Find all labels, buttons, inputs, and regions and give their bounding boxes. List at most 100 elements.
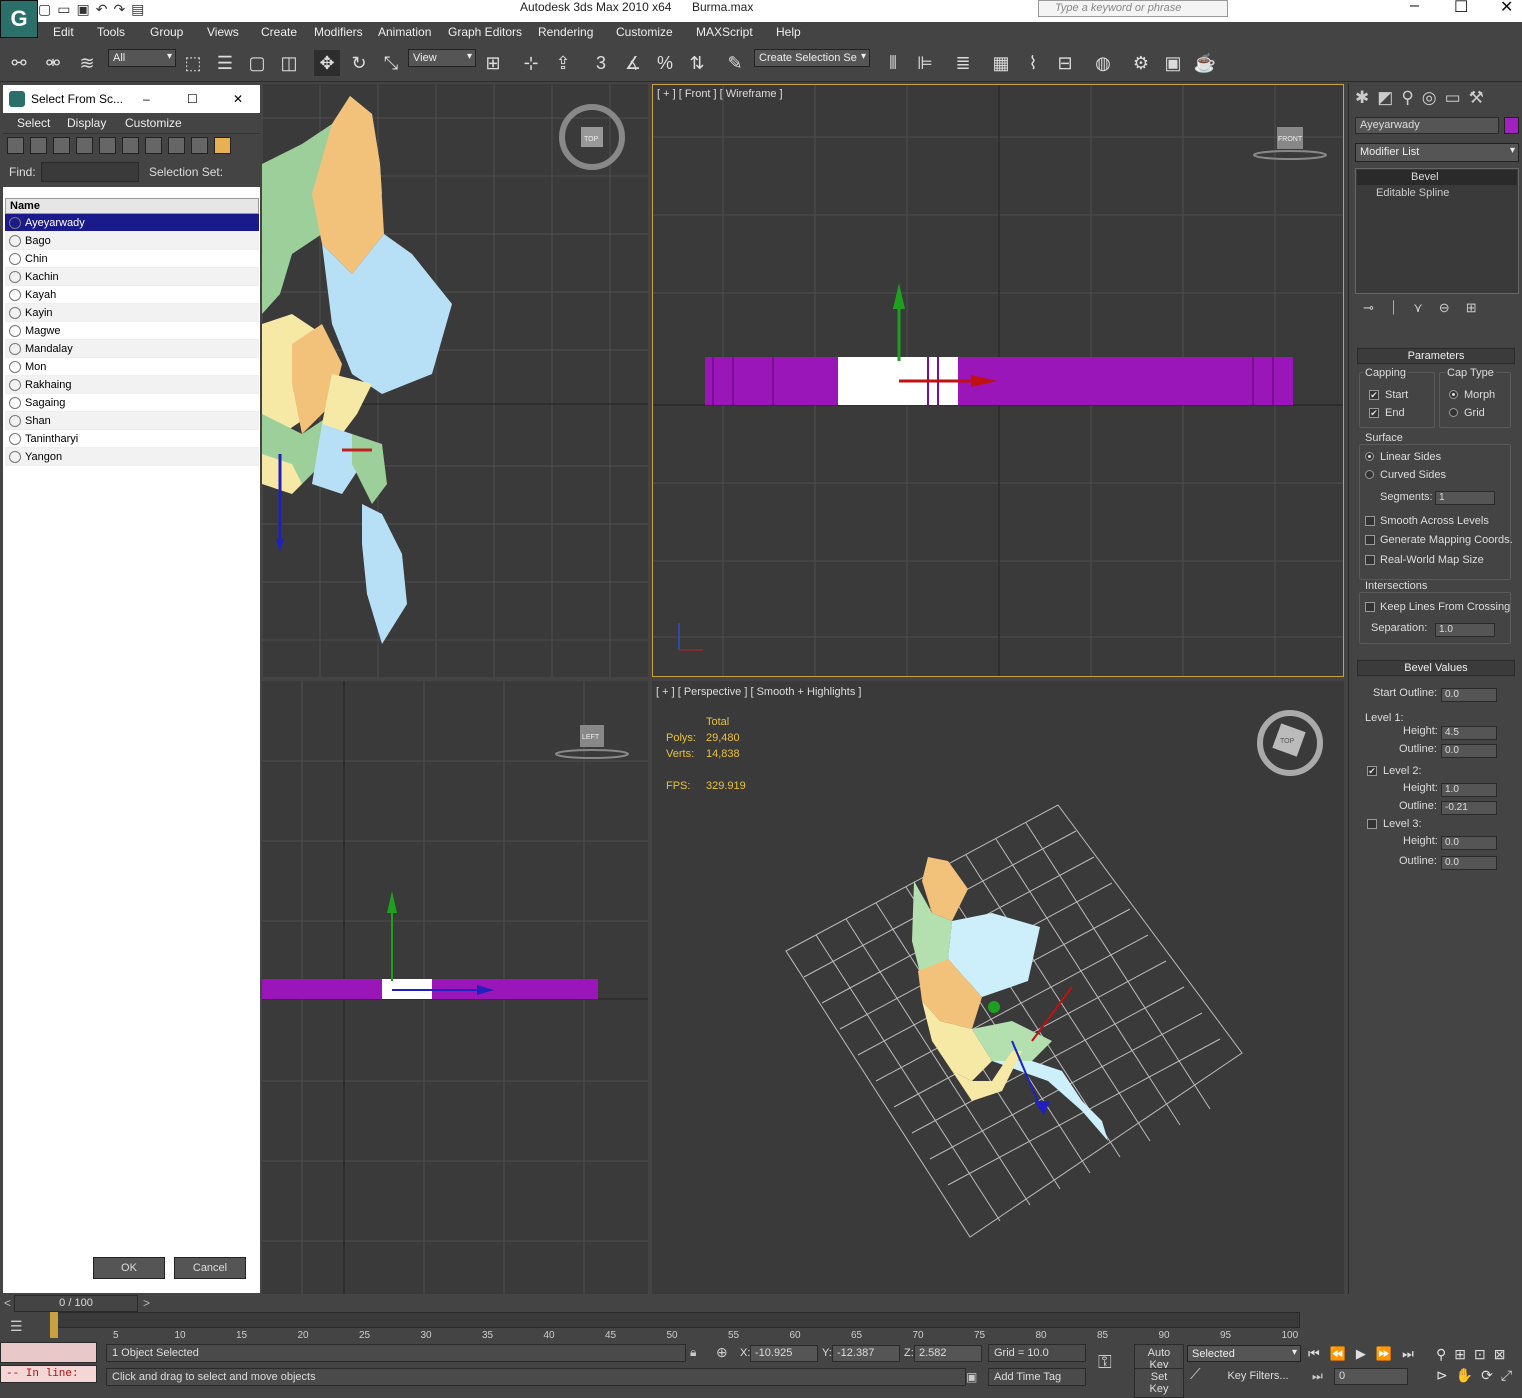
menu-modifiers[interactable]: Modifiers <box>314 25 363 39</box>
motion-tab-icon[interactable]: ◎ <box>1422 88 1437 108</box>
cap-end-checkbox[interactable]: ✔ <box>1369 408 1379 418</box>
next-frame-icon[interactable]: ⏩ <box>1376 1346 1392 1362</box>
viewport-front[interactable]: [ + ] [ Front ] [ Wireframe ] FRONT <box>652 84 1344 677</box>
time-slider[interactable]: 0 / 100 <box>14 1295 138 1312</box>
goto-start-icon[interactable]: ⏮ <box>1308 1346 1320 1362</box>
object-list-item[interactable]: Sagaing <box>5 394 259 412</box>
key-mode-toggle-icon[interactable]: ⏭ <box>1312 1369 1323 1384</box>
previous-frame-icon[interactable]: ⏪ <box>1330 1346 1346 1362</box>
minimize-icon[interactable]: – <box>1410 0 1419 15</box>
object-list-item[interactable]: Yangon <box>5 448 259 466</box>
display-folder-icon[interactable] <box>214 137 231 154</box>
play-icon[interactable]: ▶ <box>1356 1346 1366 1362</box>
zoom-extents-icon[interactable]: ⊡ <box>1474 1346 1486 1363</box>
rendered-frame-icon[interactable]: ▣ <box>1160 50 1186 76</box>
level1-height-spinner[interactable]: 4.5 <box>1441 726 1497 740</box>
separation-spinner[interactable]: 1.0 <box>1435 623 1495 637</box>
select-by-name-icon[interactable]: ☰ <box>212 50 238 76</box>
modifier-list-dropdown[interactable]: Modifier List <box>1355 143 1519 162</box>
level2-outline-spinner[interactable]: -0.21 <box>1441 801 1497 815</box>
zoom-all-icon[interactable]: ⊞ <box>1454 1346 1466 1363</box>
display-groups-icon[interactable] <box>145 137 162 154</box>
search-input[interactable]: Type a keyword or phrase <box>1038 0 1228 17</box>
unlink-icon[interactable]: ⚮ <box>40 50 66 76</box>
material-editor-icon[interactable]: ◍ <box>1090 50 1116 76</box>
object-name-field[interactable]: Ayeyarwady <box>1355 117 1499 134</box>
display-helpers-icon[interactable] <box>99 137 116 154</box>
select-rotate-icon[interactable]: ↻ <box>346 50 372 76</box>
absolute-mode-icon[interactable]: ⊕ <box>716 1344 728 1361</box>
coord-z-field[interactable]: 2.582 <box>914 1345 982 1362</box>
menu-maxscript[interactable]: MAXScript <box>696 25 753 39</box>
current-frame-field[interactable]: 0 <box>1334 1368 1408 1385</box>
time-prev-icon[interactable]: < <box>4 1296 11 1310</box>
field-of-view-icon[interactable]: ⊳ <box>1436 1367 1448 1384</box>
keyboard-shortcut-icon[interactable]: ⇪ <box>550 50 576 76</box>
set-keys-icon[interactable]: ⚿ <box>1098 1352 1112 1373</box>
level2-height-spinner[interactable]: 1.0 <box>1441 783 1497 797</box>
angle-snap-icon[interactable]: ∡ <box>620 50 646 76</box>
graphite-ribbon-icon[interactable]: ▦ <box>988 50 1014 76</box>
configure-sets-icon[interactable]: ⊞ <box>1466 300 1477 316</box>
display-spacewarps-icon[interactable] <box>122 137 139 154</box>
cancel-button[interactable]: Cancel <box>174 1257 246 1279</box>
level1-outline-spinner[interactable]: 0.0 <box>1441 744 1497 758</box>
reference-coord-dropdown[interactable]: View <box>408 49 476 67</box>
schematic-view-icon[interactable]: ⊟ <box>1052 50 1078 76</box>
window-crossing-icon[interactable]: ◫ <box>276 50 302 76</box>
menu-tools[interactable]: Tools <box>97 25 125 39</box>
level2-checkbox[interactable]: ✔ <box>1367 766 1377 776</box>
add-time-tag-button[interactable]: Add Time Tag <box>988 1368 1086 1386</box>
menu-views[interactable]: Views <box>207 25 239 39</box>
linear-sides-radio[interactable] <box>1365 452 1374 461</box>
zoom-extents-all-icon[interactable]: ⊠ <box>1494 1346 1506 1363</box>
object-list-item[interactable]: Bago <box>5 232 259 250</box>
open-file-icon[interactable]: ▭ <box>57 1 70 18</box>
stack-item-bevel[interactable]: Bevel <box>1357 170 1517 185</box>
dialog-menu-select[interactable]: Select <box>17 116 50 130</box>
zoom-icon[interactable]: ⚲ <box>1436 1346 1446 1363</box>
dialog-minimize-icon[interactable]: – <box>143 85 150 113</box>
display-bones-icon[interactable] <box>191 137 208 154</box>
pin-stack-icon[interactable]: ⊸ <box>1363 300 1374 316</box>
remove-modifier-icon[interactable]: ⊖ <box>1439 300 1450 316</box>
percent-snap-icon[interactable]: % <box>652 50 678 76</box>
segments-spinner[interactable]: 1 <box>1435 491 1495 505</box>
display-lights-icon[interactable] <box>53 137 70 154</box>
real-world-map-checkbox[interactable] <box>1365 555 1375 565</box>
object-list-item[interactable]: Rakhaing <box>5 376 259 394</box>
maxscript-listener[interactable]: -- In line: <box>0 1365 97 1383</box>
viewport-left[interactable]: LEFT <box>262 681 648 1294</box>
time-next-icon[interactable]: > <box>143 1296 150 1310</box>
viewport-top[interactable]: TOP <box>262 84 648 677</box>
cap-morph-radio[interactable] <box>1449 390 1458 399</box>
current-frame-marker[interactable] <box>50 1312 58 1338</box>
level3-outline-spinner[interactable]: 0.0 <box>1441 856 1497 870</box>
align-icon[interactable]: ⊫ <box>912 50 938 76</box>
menu-customize[interactable]: Customize <box>616 25 673 39</box>
dialog-maximize-icon[interactable]: ☐ <box>187 85 198 113</box>
render-setup-icon[interactable]: ⚙ <box>1128 50 1154 76</box>
hierarchy-tab-icon[interactable]: ⚲ <box>1401 88 1413 108</box>
key-filters-button[interactable]: Key Filters... <box>1214 1368 1302 1384</box>
bevel-values-rollout-header[interactable]: Bevel Values <box>1357 660 1515 676</box>
time-tag-icon[interactable]: ▣ <box>966 1370 977 1384</box>
dialog-menu-display[interactable]: Display <box>67 116 106 130</box>
display-geometry-icon[interactable] <box>7 137 24 154</box>
pan-icon[interactable]: ✋ <box>1456 1367 1473 1384</box>
pivot-center-icon[interactable]: ⊞ <box>480 50 506 76</box>
find-input[interactable] <box>41 162 139 182</box>
object-list-item[interactable]: Kayin <box>5 304 259 322</box>
ok-button[interactable]: OK <box>93 1257 165 1279</box>
coord-x-field[interactable]: -10.925 <box>750 1345 818 1362</box>
name-column-header[interactable]: Name <box>5 198 259 214</box>
menu-help[interactable]: Help <box>776 25 801 39</box>
select-scale-icon[interactable]: ⤡ <box>378 50 404 76</box>
cap-grid-radio[interactable] <box>1449 408 1458 417</box>
maximize-icon[interactable]: ☐ <box>1454 0 1468 17</box>
select-manipulate-icon[interactable]: ⊹ <box>518 50 544 76</box>
level3-height-spinner[interactable]: 0.0 <box>1441 836 1497 850</box>
cap-start-checkbox[interactable]: ✔ <box>1369 390 1379 400</box>
object-list-item[interactable]: Magwe <box>5 322 259 340</box>
menu-animation[interactable]: Animation <box>378 25 431 39</box>
